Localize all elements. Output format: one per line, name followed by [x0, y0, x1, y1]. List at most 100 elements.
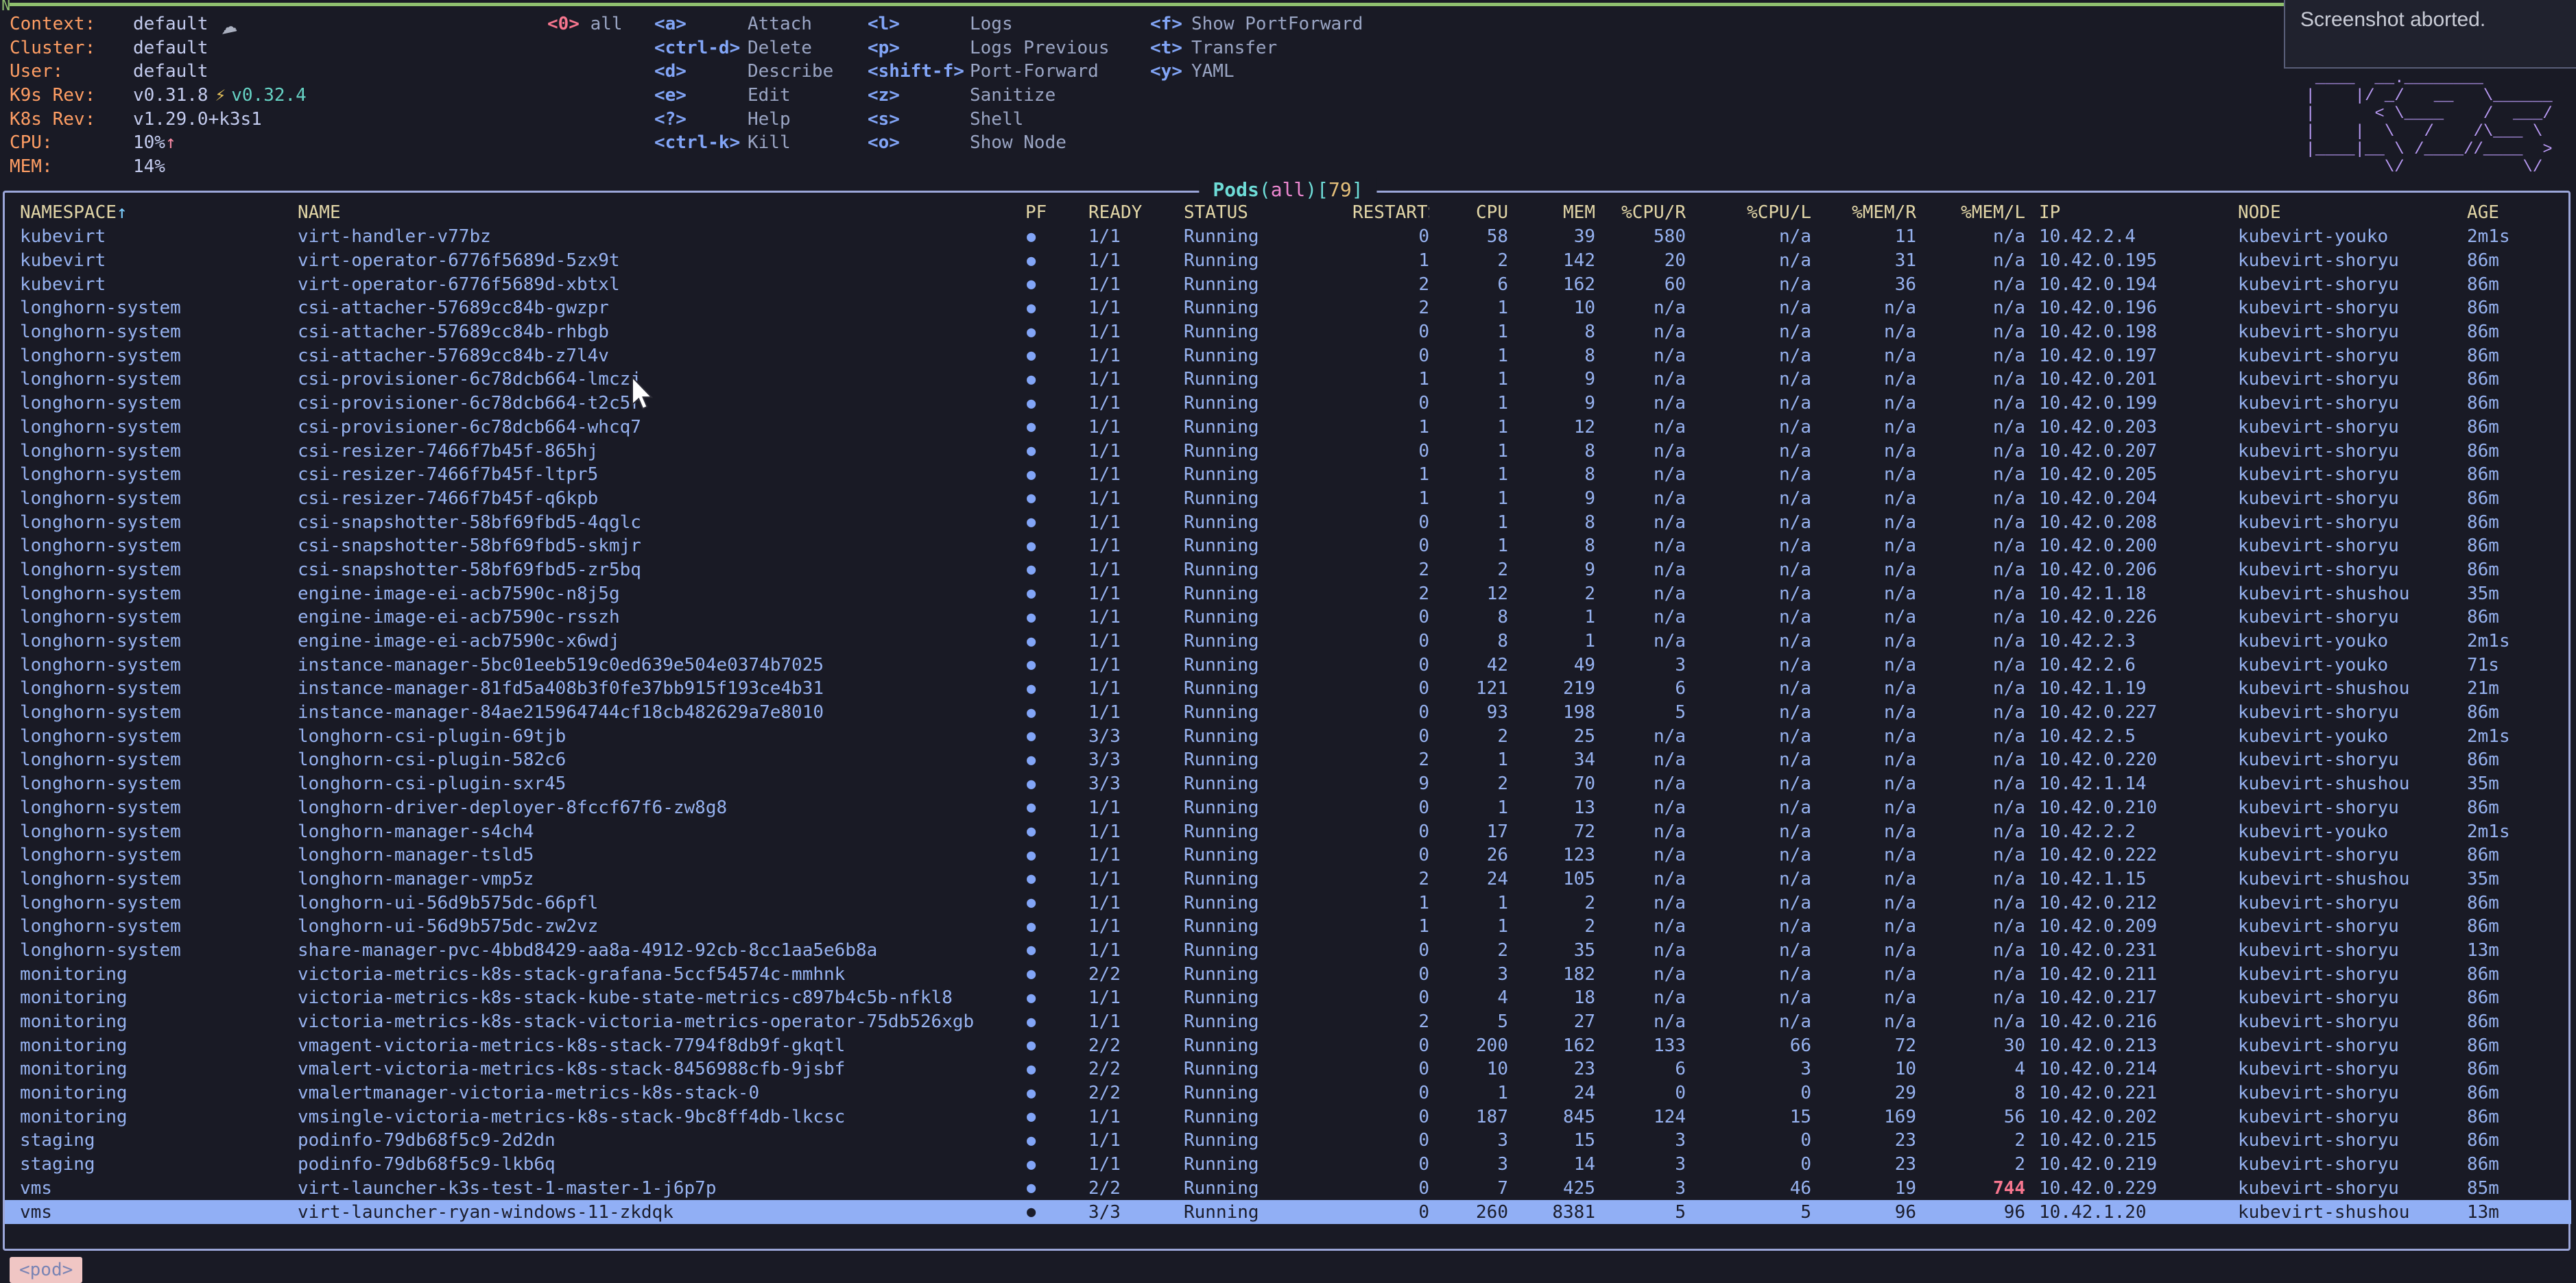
column-header-name[interactable]: NAME — [298, 202, 1025, 223]
column-header-age[interactable]: AGE — [2453, 202, 2571, 223]
pod-row-engine-image-ei-acb7590c-rsszh[interactable]: longhorn-systemengine-image-ei-acb7590c-… — [5, 605, 2571, 629]
pod-row-podinfo-79db68f5c9-lkb6q[interactable]: stagingpodinfo-79db68f5c9-lkb6q●1/1Runni… — [5, 1153, 2571, 1177]
cell-cpu: 2 — [1429, 726, 1508, 747]
pod-row-longhorn-manager-tsld5[interactable]: longhorn-systemlonghorn-manager-tsld5●1/… — [5, 843, 2571, 867]
hotkey: <ctrl-k> — [654, 131, 748, 155]
column-header-pmem-l[interactable]: %MEM/L — [1916, 202, 2025, 223]
menu-item-transfer[interactable]: <t>Transfer — [1150, 36, 1363, 60]
cell-restarts: 0 — [1352, 1107, 1429, 1127]
menu-item-describe[interactable]: <d>Describe — [654, 60, 833, 84]
cell-pmem-r: 19 — [1811, 1178, 1916, 1199]
cell-pmem-l: n/a — [1916, 250, 2025, 271]
cell-status: Running — [1184, 774, 1352, 794]
menu-item-attach[interactable]: <a>Attach — [654, 12, 833, 36]
pod-row-longhorn-csi-plugin-sxr45[interactable]: longhorn-systemlonghorn-csi-plugin-sxr45… — [5, 772, 2571, 796]
cell-pcpu-r: 5 — [1595, 1202, 1686, 1223]
column-header-status[interactable]: STATUS — [1184, 202, 1352, 223]
pod-row-longhorn-driver-deployer-8fccf67f6-zw8g8[interactable]: longhorn-systemlonghorn-driver-deployer-… — [5, 796, 2571, 820]
pod-row-csi-attacher-57689cc84b-gwzpr[interactable]: longhorn-systemcsi-attacher-57689cc84b-g… — [5, 296, 2571, 320]
pod-row-virt-handler-v77bz[interactable]: kubevirtvirt-handler-v77bz●1/1Running058… — [5, 225, 2571, 249]
pod-row-csi-provisioner-6c78dcb664-whcq7[interactable]: longhorn-systemcsi-provisioner-6c78dcb66… — [5, 416, 2571, 440]
cell-namespace: monitoring — [20, 1083, 298, 1103]
menu-item-edit[interactable]: <e>Edit — [654, 84, 833, 108]
column-header-cpu[interactable]: CPU — [1429, 202, 1508, 223]
menu-item-sanitize[interactable]: <z>Sanitize — [868, 84, 1110, 108]
menu-item-yaml[interactable]: <y>YAML — [1150, 60, 1363, 84]
menu-item-all[interactable]: <0> all — [547, 12, 623, 36]
pod-row-engine-image-ei-acb7590c-x6wdj[interactable]: longhorn-systemengine-image-ei-acb7590c-… — [5, 629, 2571, 654]
pod-row-csi-resizer-7466f7b45f-ltpr5[interactable]: longhorn-systemcsi-resizer-7466f7b45f-lt… — [5, 463, 2571, 487]
cell-pmem-l: n/a — [1916, 702, 2025, 723]
pod-row-share-manager-pvc-4bbd8429-aa8a-4912-92cb-8cc1aa5e6b8a[interactable]: longhorn-systemshare-manager-pvc-4bbd842… — [5, 939, 2571, 963]
pod-row-instance-manager-81fd5a408b3f0fe37bb915f193ce4b31[interactable]: longhorn-systeminstance-manager-81fd5a40… — [5, 677, 2571, 701]
pod-row-csi-provisioner-6c78dcb664-lmczj[interactable]: longhorn-systemcsi-provisioner-6c78dcb66… — [5, 368, 2571, 392]
column-header-restarts[interactable]: RESTARTS — [1352, 202, 1429, 223]
pod-row-longhorn-ui-56d9b575dc-66pfl[interactable]: longhorn-systemlonghorn-ui-56d9b575dc-66… — [5, 891, 2571, 915]
pod-row-csi-snapshotter-58bf69fbd5-zr5bq[interactable]: longhorn-systemcsi-snapshotter-58bf69fbd… — [5, 558, 2571, 582]
menu-item-port-forward[interactable]: <shift-f>Port-Forward — [868, 60, 1110, 84]
menu-item-show-node[interactable]: <o>Show Node — [868, 131, 1110, 155]
cell-namespace: longhorn-system — [20, 441, 298, 461]
pod-row-victoria-metrics-k8s-stack-kube-state-metrics-c897b4c5b-nfkl8[interactable]: monitoringvictoria-metrics-k8s-stack-kub… — [5, 986, 2571, 1010]
menu-item-logs[interactable]: <l>Logs — [868, 12, 1110, 36]
hotkey-label: all — [591, 14, 623, 34]
pod-row-csi-snapshotter-58bf69fbd5-4qglc[interactable]: longhorn-systemcsi-snapshotter-58bf69fbd… — [5, 510, 2571, 534]
cell-ready: 1/1 — [1088, 1011, 1184, 1032]
cell-pcpu-l: n/a — [1686, 488, 1811, 509]
pod-row-vmalert-victoria-metrics-k8s-stack-8456988cfb-9jsbf[interactable]: monitoringvmalert-victoria-metrics-k8s-s… — [5, 1057, 2571, 1081]
column-header-pcpu-r[interactable]: %CPU/R — [1595, 202, 1686, 223]
cell-ip: 10.42.0.200 — [2025, 536, 2224, 556]
menu-item-logs-previous[interactable]: <p>Logs Previous — [868, 36, 1110, 60]
pod-row-instance-manager-5bc01eeb519c0ed639e504e0374b7025[interactable]: longhorn-systeminstance-manager-5bc01eeb… — [5, 653, 2571, 677]
pod-row-longhorn-csi-plugin-69tjb[interactable]: longhorn-systemlonghorn-csi-plugin-69tjb… — [5, 724, 2571, 748]
pod-row-engine-image-ei-acb7590c-n8j5g[interactable]: longhorn-systemengine-image-ei-acb7590c-… — [5, 581, 2571, 605]
cell-ready: 1/1 — [1088, 893, 1184, 913]
pod-row-victoria-metrics-k8s-stack-grafana-5ccf54574c-mmhnk[interactable]: monitoringvictoria-metrics-k8s-stack-gra… — [5, 962, 2571, 986]
pod-row-csi-attacher-57689cc84b-z7l4v[interactable]: longhorn-systemcsi-attacher-57689cc84b-z… — [5, 344, 2571, 368]
column-header-namespace[interactable]: NAMESPACE↑ — [20, 202, 298, 223]
pod-row-virt-launcher-k3s-test-1-master-1-j6p7p[interactable]: vmsvirt-launcher-k3s-test-1-master-1-j6p… — [5, 1177, 2571, 1201]
pod-row-csi-resizer-7466f7b45f-q6kpb[interactable]: longhorn-systemcsi-resizer-7466f7b45f-q6… — [5, 487, 2571, 511]
pod-row-longhorn-ui-56d9b575dc-zw2vz[interactable]: longhorn-systemlonghorn-ui-56d9b575dc-zw… — [5, 915, 2571, 939]
pod-row-longhorn-manager-s4ch4[interactable]: longhorn-systemlonghorn-manager-s4ch4●1/… — [5, 819, 2571, 843]
pod-row-virt-launcher-ryan-windows-11-zkdqk[interactable]: vmsvirt-launcher-ryan-windows-11-zkdqk●3… — [5, 1200, 2571, 1224]
cell-pmem-l: 96 — [1916, 1202, 2025, 1223]
menu-item-shell[interactable]: <s>Shell — [868, 108, 1110, 132]
cluster-info-cpu: CPU:10%↑ — [10, 131, 307, 155]
cell-pmem-r: n/a — [1811, 560, 1916, 580]
column-header-pf[interactable]: PF — [1025, 202, 1088, 223]
pod-row-instance-manager-84ae215964744cf18cb482629a7e8010[interactable]: longhorn-systeminstance-manager-84ae2159… — [5, 701, 2571, 725]
pod-row-victoria-metrics-k8s-stack-victoria-metrics-operator-75db526xgb[interactable]: monitoringvictoria-metrics-k8s-stack-vic… — [5, 1010, 2571, 1034]
pod-row-csi-resizer-7466f7b45f-865hj[interactable]: longhorn-systemcsi-resizer-7466f7b45f-86… — [5, 439, 2571, 463]
pod-row-vmalertmanager-victoria-metrics-k8s-stack-0[interactable]: monitoringvmalertmanager-victoria-metric… — [5, 1081, 2571, 1105]
pod-row-longhorn-manager-vmp5z[interactable]: longhorn-systemlonghorn-manager-vmp5z●1/… — [5, 867, 2571, 891]
pod-row-longhorn-csi-plugin-582c6[interactable]: longhorn-systemlonghorn-csi-plugin-582c6… — [5, 748, 2571, 772]
column-header-ip[interactable]: IP — [2025, 202, 2224, 223]
cell-cpu: 1 — [1429, 488, 1508, 509]
pod-row-csi-snapshotter-58bf69fbd5-skmjr[interactable]: longhorn-systemcsi-snapshotter-58bf69fbd… — [5, 534, 2571, 558]
pod-row-virt-operator-6776f5689d-5zx9t[interactable]: kubevirtvirt-operator-6776f5689d-5zx9t●1… — [5, 249, 2571, 273]
column-header-pmem-r[interactable]: %MEM/R — [1811, 202, 1916, 223]
table-header-row: NAMESPACE↑NAMEPFREADYSTATUSRESTARTSCPUME… — [5, 200, 2571, 225]
pod-row-podinfo-79db68f5c9-2d2dn[interactable]: stagingpodinfo-79db68f5c9-2d2dn●1/1Runni… — [5, 1129, 2571, 1153]
pod-row-csi-provisioner-6c78dcb664-t2c5r[interactable]: longhorn-systemcsi-provisioner-6c78dcb66… — [5, 392, 2571, 416]
pod-row-virt-operator-6776f5689d-xbtxl[interactable]: kubevirtvirt-operator-6776f5689d-xbtxl●1… — [5, 272, 2571, 296]
pod-row-vmagent-victoria-metrics-k8s-stack-7794f8db9f-gkqtl[interactable]: monitoringvmagent-victoria-metrics-k8s-s… — [5, 1033, 2571, 1057]
pod-row-vmsingle-victoria-metrics-k8s-stack-9bc8ff4db-lkcsc[interactable]: monitoringvmsingle-victoria-metrics-k8s-… — [5, 1105, 2571, 1129]
menu-item-delete[interactable]: <ctrl-d>Delete — [654, 36, 833, 60]
menu-item-show-portforward[interactable]: <f>Show PortForward — [1150, 12, 1363, 36]
column-header-pcpu-l[interactable]: %CPU/L — [1686, 202, 1811, 223]
hotkey-label: YAML — [1191, 61, 1235, 82]
column-header-mem[interactable]: MEM — [1508, 202, 1595, 223]
menu-item-help[interactable]: <?>Help — [654, 108, 833, 132]
cell-namespace: longhorn-system — [20, 417, 298, 437]
cell-pmem-l: n/a — [1916, 560, 2025, 580]
column-header-node[interactable]: NODE — [2224, 202, 2453, 223]
cell-age: 86m — [2453, 987, 2571, 1008]
menu-item-kill[interactable]: <ctrl-k>Kill — [654, 131, 833, 155]
cell-ip: 10.42.0.214 — [2025, 1059, 2224, 1079]
cell-ready: 3/3 — [1088, 774, 1184, 794]
pod-row-csi-attacher-57689cc84b-rhbgb[interactable]: longhorn-systemcsi-attacher-57689cc84b-r… — [5, 320, 2571, 344]
column-header-ready[interactable]: READY — [1088, 202, 1184, 223]
cell-node: kubevirt-shushou — [2224, 584, 2453, 604]
